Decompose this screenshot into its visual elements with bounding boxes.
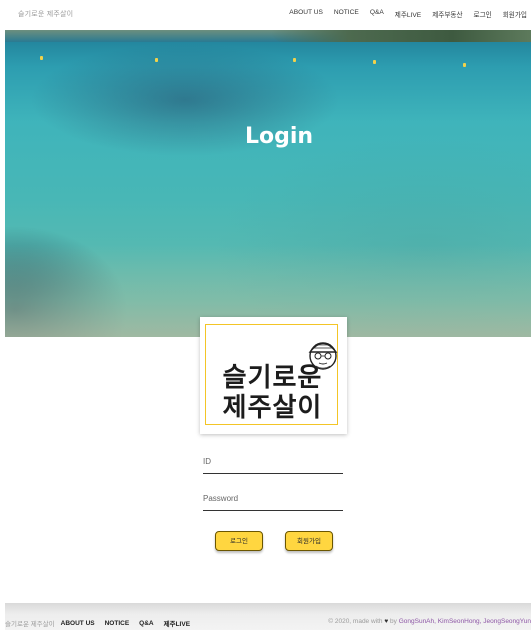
mascot-face-icon [308,342,338,370]
signup-button[interactable]: 회원가입 [285,531,333,551]
logo-frame: 슬기로운 제주살이 [205,324,338,425]
buoy-icon [155,58,158,62]
login-button[interactable]: 로그인 [215,531,263,551]
nav-link-jeju-live[interactable]: 제주LIVE [395,9,421,19]
password-input[interactable] [203,490,343,511]
buoy-icon [293,58,296,62]
by-text: by [390,618,397,625]
copyright-text: © 2020, made with [328,618,383,625]
logo-text-line2: 제주살이 [222,393,323,423]
author-names[interactable]: GongSunAh, KimSeonHong, JeongSeongYun [399,618,531,625]
logo-card: 슬기로운 제주살이 [200,317,347,434]
buoy-icon [373,60,376,64]
top-navbar: 슬기로운 제주살이 ABOUT US NOTICE Q&A 제주LIVE 제주부… [0,0,531,30]
page-title: Login [244,124,314,149]
nav-link-login[interactable]: 로그인 [474,9,492,19]
buoy-icon [40,56,43,60]
buoy-icon [463,63,466,67]
footer-copyright: © 2020, made with ♥ by GongSunAh, KimSeo… [328,618,531,625]
footer-link-qna[interactable]: Q&A [139,620,153,627]
hero-banner: Login [5,30,531,337]
footer-link-jeju-live[interactable]: 제주LIVE [164,618,190,628]
nav-link-about-us[interactable]: ABOUT US [289,9,323,19]
nav-link-jeju-real-estate[interactable]: 제주부동산 [432,9,462,19]
heart-icon: ♥ [384,618,389,625]
hero-distant-land [271,30,531,42]
footer-link-notice[interactable]: NOTICE [105,620,130,627]
nav-link-signup[interactable]: 회원가입 [503,9,527,19]
id-input[interactable] [203,453,343,474]
footer: 슬기로운 제주살이 ABOUT US NOTICE Q&A 제주LIVE © 2… [5,603,531,630]
navbar-brand[interactable]: 슬기로운 제주살이 [18,9,73,19]
nav-link-qna[interactable]: Q&A [370,9,384,19]
footer-brand[interactable]: 슬기로운 제주살이 [5,618,55,628]
nav-link-notice[interactable]: NOTICE [334,9,359,19]
navbar-links: ABOUT US NOTICE Q&A 제주LIVE 제주부동산 로그인 회원가… [278,9,527,19]
footer-nav: 슬기로운 제주살이 ABOUT US NOTICE Q&A 제주LIVE [5,618,200,629]
footer-link-about-us[interactable]: ABOUT US [61,620,95,627]
